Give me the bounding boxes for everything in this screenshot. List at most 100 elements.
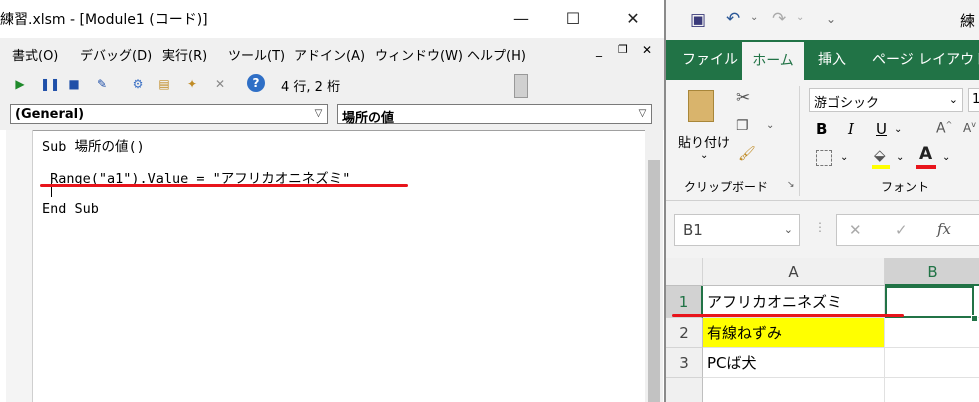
maximize-button[interactable]: ☐ bbox=[550, 0, 596, 38]
copy-dropdown-icon[interactable]: ⌄ bbox=[766, 120, 774, 131]
paste-label[interactable]: 貼り付け bbox=[678, 132, 730, 151]
properties-icon[interactable]: ▤ bbox=[156, 76, 172, 92]
stop-icon[interactable]: ■ bbox=[66, 76, 82, 92]
enter-icon[interactable]: ✓ bbox=[895, 221, 908, 239]
undo-dropdown-icon[interactable]: ⌄ bbox=[750, 12, 758, 23]
redo-dropdown-icon[interactable]: ⌄ bbox=[796, 12, 804, 23]
group-font-label: フォント bbox=[881, 180, 930, 194]
object-dropdown-value: (General) bbox=[15, 107, 85, 122]
help-icon[interactable]: ? bbox=[247, 74, 265, 92]
format-painter-icon[interactable]: 🖌 bbox=[738, 146, 756, 162]
menu-help[interactable]: ヘルプ(H) bbox=[467, 45, 526, 64]
tab-file[interactable]: ファイル bbox=[682, 40, 738, 80]
tab-insert[interactable]: 挿入 bbox=[818, 40, 846, 80]
fill-color-icon[interactable]: ⬙ bbox=[874, 146, 886, 164]
code-line-3[interactable]: End Sub bbox=[42, 201, 99, 217]
font-color-swatch bbox=[916, 165, 936, 169]
row-header-3[interactable]: 3 bbox=[666, 348, 703, 378]
close-code-window-icon[interactable]: ✕ bbox=[642, 43, 652, 57]
procedure-dropdown[interactable]: 場所の値 ▽ bbox=[337, 104, 652, 126]
vertical-scrollbar[interactable] bbox=[645, 130, 663, 402]
paste-icon[interactable] bbox=[688, 90, 714, 122]
fill-dropdown-icon[interactable]: ⌄ bbox=[896, 152, 904, 163]
font-name-value: 游ゴシック bbox=[814, 96, 880, 111]
object-browser-icon[interactable]: ✦ bbox=[184, 76, 200, 92]
tab-page-layout[interactable]: ページ レイアウト bbox=[872, 40, 979, 80]
cut-icon[interactable]: ✂ bbox=[736, 88, 750, 108]
borders-dropdown-icon[interactable]: ⌄ bbox=[840, 152, 848, 163]
bold-button[interactable]: B bbox=[816, 120, 827, 138]
code-combos: (General) ▽ 場所の値 ▽ bbox=[0, 100, 664, 130]
column-header-a[interactable]: A bbox=[703, 258, 885, 286]
decrease-font-icon[interactable]: Av bbox=[963, 120, 976, 135]
toolbox-icon[interactable]: ✕ bbox=[212, 76, 228, 92]
cursor-position: 4 行, 2 桁 bbox=[281, 80, 341, 95]
window-restore-icon[interactable]: ❐ bbox=[618, 43, 628, 56]
increase-font-icon[interactable]: A^ bbox=[936, 120, 952, 137]
column-header-b[interactable]: B bbox=[885, 258, 979, 286]
cell-a3[interactable]: PCば犬 bbox=[703, 348, 885, 378]
menu-addins[interactable]: アドイン(A) bbox=[294, 45, 365, 64]
design-mode-icon[interactable]: ✎ bbox=[94, 76, 110, 92]
underline-button[interactable]: U bbox=[876, 120, 887, 138]
chevron-down-icon[interactable]: ⌄ bbox=[784, 223, 793, 236]
procedure-dropdown-value: 場所の値 bbox=[342, 111, 395, 126]
annotation-underline bbox=[40, 184, 408, 187]
row-header-2[interactable]: 2 bbox=[666, 318, 703, 348]
cancel-icon[interactable]: ✕ bbox=[849, 221, 862, 239]
redo-icon[interactable]: ↷ bbox=[772, 9, 786, 29]
cell-b4[interactable] bbox=[885, 378, 979, 402]
cell-b2[interactable] bbox=[885, 318, 979, 348]
chevron-down-icon[interactable]: ▽ bbox=[634, 105, 651, 123]
menu-window[interactable]: ウィンドウ(W) bbox=[375, 45, 463, 64]
customize-qat-icon[interactable]: ⌄ bbox=[826, 12, 836, 26]
menu-format[interactable]: 書式(O) bbox=[12, 45, 58, 64]
object-dropdown[interactable]: (General) ▽ bbox=[10, 104, 328, 124]
italic-button[interactable]: I bbox=[848, 120, 854, 138]
row-header-4[interactable] bbox=[666, 378, 703, 402]
copy-icon[interactable]: ❐ bbox=[736, 118, 749, 134]
run-icon[interactable]: ▶ bbox=[12, 76, 28, 92]
close-button[interactable]: ✕ bbox=[610, 0, 656, 38]
insert-function-button[interactable]: fx bbox=[937, 220, 951, 238]
annotation-underline bbox=[672, 314, 904, 317]
formula-buttons: ✕ ✓ fx bbox=[836, 214, 979, 246]
worksheet-grid[interactable]: A B 1 2 3 アフリカオニネズミ 有線ねずみ PCば犬 bbox=[666, 258, 979, 402]
name-box-splitter-icon[interactable]: ⋮ bbox=[814, 220, 826, 234]
cell-b3[interactable] bbox=[885, 348, 979, 378]
borders-icon[interactable] bbox=[816, 150, 832, 166]
name-box[interactable]: B1 ⌄ bbox=[674, 214, 800, 246]
cell-a4[interactable] bbox=[703, 378, 885, 402]
tab-home[interactable]: ホーム bbox=[742, 40, 804, 80]
font-color-dropdown-icon[interactable]: ⌄ bbox=[942, 152, 950, 163]
save-icon[interactable]: ▣ bbox=[690, 10, 706, 30]
pause-icon[interactable]: ❚❚ bbox=[40, 76, 60, 92]
vbe-window: 練習.xlsm - [Module1 (コード)] — ☐ ✕ 書式(O) デバ… bbox=[0, 0, 664, 402]
vbe-title-bar: 練習.xlsm - [Module1 (コード)] — ☐ ✕ bbox=[0, 0, 664, 38]
cell-a2[interactable]: 有線ねずみ bbox=[703, 318, 885, 348]
paste-dropdown-icon[interactable]: ⌄ bbox=[700, 150, 708, 161]
vbe-title: 練習.xlsm - [Module1 (コード)] bbox=[0, 12, 208, 28]
menu-tools[interactable]: ツール(T) bbox=[228, 45, 285, 64]
font-size-value: 1 bbox=[972, 92, 979, 107]
chevron-down-icon[interactable]: ⌄ bbox=[949, 93, 958, 106]
underline-dropdown-icon[interactable]: ⌄ bbox=[894, 124, 902, 135]
menu-run[interactable]: 実行(R) bbox=[162, 45, 207, 64]
scrollbar-thumb[interactable] bbox=[648, 160, 660, 402]
clipboard-launcher-icon[interactable]: ↘ bbox=[787, 180, 795, 190]
font-size-box[interactable]: 1 bbox=[968, 88, 979, 112]
fill-handle[interactable] bbox=[971, 315, 978, 322]
group-divider bbox=[799, 86, 800, 196]
code-line-1[interactable]: Sub 場所の値() bbox=[42, 135, 145, 155]
project-explorer-icon[interactable]: ⚙ bbox=[130, 76, 146, 92]
restore-icon[interactable]: _ bbox=[596, 43, 602, 57]
toolbar-scroll-thumb[interactable] bbox=[514, 74, 528, 98]
font-name-box[interactable]: 游ゴシック ⌄ bbox=[809, 88, 963, 112]
minimize-button[interactable]: — bbox=[498, 0, 544, 38]
font-color-icon[interactable]: A bbox=[919, 144, 932, 164]
menu-debug[interactable]: デバッグ(D) bbox=[80, 45, 152, 64]
select-all-corner[interactable] bbox=[666, 258, 703, 286]
undo-icon[interactable]: ↶ bbox=[726, 9, 740, 29]
chevron-down-icon[interactable]: ▽ bbox=[310, 105, 327, 123]
code-margin bbox=[6, 130, 33, 402]
